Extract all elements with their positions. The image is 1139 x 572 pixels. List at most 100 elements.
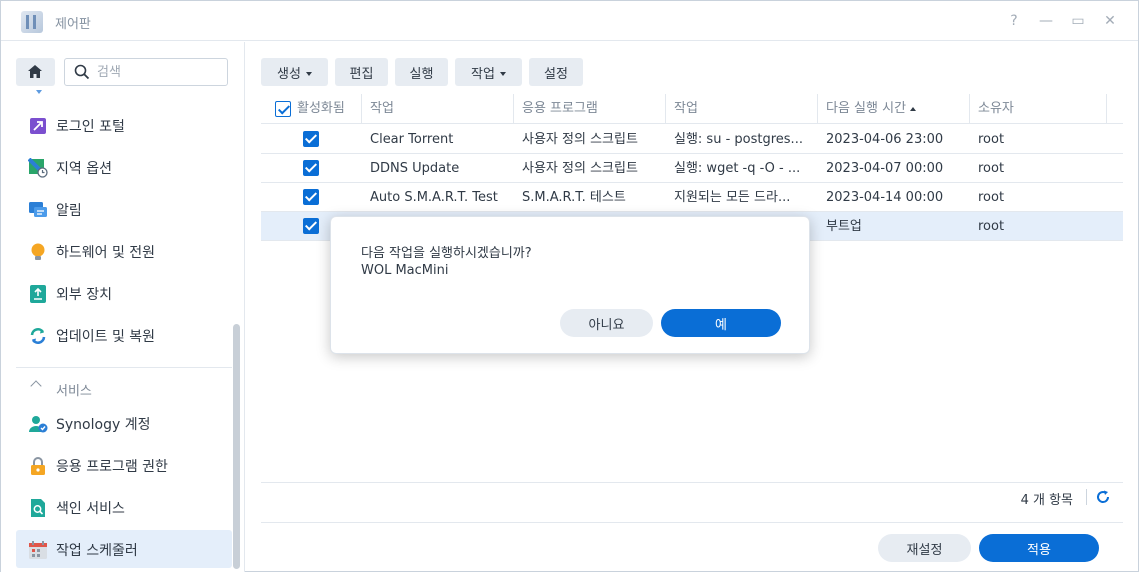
caret-down-icon <box>305 72 312 76</box>
sidebar-item-indexing-service[interactable]: 색인 서비스 <box>16 488 232 526</box>
help-icon[interactable]: ? <box>1004 11 1024 31</box>
update-restore-icon <box>30 328 46 344</box>
sidebar-scrollbar[interactable] <box>233 324 240 569</box>
sidebar-item-update-restore[interactable]: 업데이트 및 복원 <box>16 316 232 354</box>
maximize-icon[interactable]: ▭ <box>1068 11 1088 31</box>
item-count: 4 개 항목 <box>1020 493 1073 508</box>
home-button[interactable] <box>16 58 55 86</box>
table-footer: 4 개 항목 <box>261 482 1123 510</box>
control-panel-app-icon <box>21 11 43 33</box>
sidebar-section-services[interactable]: 서비스 <box>16 367 232 405</box>
task-name: Clear Torrent <box>370 132 454 147</box>
dialog-task-name: WOL MacMini <box>361 263 449 278</box>
sidebar-item-label: 색인 서비스 <box>56 501 125 517</box>
table-row[interactable]: Clear Torrent 사용자 정의 스크립트 실행: su - postg… <box>261 125 1123 154</box>
task-next-run: 2023-04-14 00:00 <box>826 190 944 205</box>
sidebar-item-label: 하드웨어 및 전원 <box>56 245 156 261</box>
action-button-label: 작업 <box>471 66 495 82</box>
table-row[interactable]: DDNS Update 사용자 정의 스크립트 실행: wget -q -O -… <box>261 154 1123 183</box>
sort-ascending-icon <box>910 106 917 111</box>
task-next-run: 2023-04-07 00:00 <box>826 161 944 176</box>
no-button[interactable]: 아니요 <box>560 309 653 337</box>
edit-button[interactable]: 편집 <box>335 58 388 86</box>
indexing-service-icon <box>31 499 45 517</box>
sidebar-item-login-portal[interactable]: 로그인 포털 <box>16 106 232 144</box>
enabled-checkbox[interactable] <box>303 160 319 176</box>
minimize-icon[interactable]: — <box>1036 11 1056 31</box>
scroll-up-indicator-icon[interactable] <box>36 90 42 94</box>
task-application: S.M.A.R.T. 테스트 <box>522 190 626 205</box>
sidebar-item-application-privileges[interactable]: 응용 프로그램 권한 <box>16 446 232 484</box>
table-header: 활성화됨 작업 응용 프로그램 작업 다음 실행 시간 소유자 <box>261 94 1123 124</box>
select-all-checkbox[interactable] <box>275 101 291 117</box>
sidebar-item-external-devices[interactable]: 외부 장치 <box>16 274 232 312</box>
footer-divider <box>1086 489 1087 505</box>
column-label: 다음 실행 시간 <box>826 101 907 116</box>
synology-account-icon <box>29 416 48 433</box>
sidebar-item-label: 작업 스케줄러 <box>56 543 138 559</box>
settings-button[interactable]: 설정 <box>529 58 583 86</box>
sidebar: 로그인 포털 지역 옵션 알림 하드웨어 및 전원 외부 장치 업데이트 및 복… <box>1 42 245 572</box>
task-application: 사용자 정의 스크립트 <box>522 161 638 176</box>
run-button[interactable]: 실행 <box>395 58 448 86</box>
task-next-run: 부트업 <box>826 219 862 234</box>
search-box[interactable] <box>64 58 228 86</box>
task-name: Auto S.M.A.R.T. Test <box>370 190 498 205</box>
enabled-checkbox[interactable] <box>303 189 319 205</box>
lightbulb-icon <box>31 243 45 260</box>
sidebar-item-notification[interactable]: 알림 <box>16 190 232 228</box>
task-owner: root <box>978 161 1005 176</box>
calendar-icon <box>29 541 47 559</box>
task-owner: root <box>978 219 1005 234</box>
refresh-icon[interactable] <box>1095 489 1111 505</box>
search-icon <box>74 64 90 80</box>
column-enabled[interactable]: 활성화됨 <box>261 94 362 124</box>
apply-button[interactable]: 적용 <box>979 534 1099 562</box>
task-owner: root <box>978 190 1005 205</box>
task-next-run: 2023-04-06 23:00 <box>826 132 944 147</box>
table-row[interactable]: Auto S.M.A.R.T. Test S.M.A.R.T. 테스트 지원되는… <box>261 183 1123 212</box>
column-task[interactable]: 작업 <box>362 94 514 124</box>
yes-button[interactable]: 예 <box>661 309 781 337</box>
sidebar-item-task-scheduler[interactable]: 작업 스케줄러 <box>16 530 232 568</box>
external-device-icon <box>30 285 46 303</box>
sidebar-item-label: 응용 프로그램 권한 <box>56 459 168 475</box>
lock-icon <box>31 457 45 475</box>
sidebar-item-label: 업데이트 및 복원 <box>56 329 156 345</box>
action-button[interactable]: 작업 <box>455 58 522 86</box>
column-label: 활성화됨 <box>297 101 345 116</box>
action-bar: 재설정 적용 <box>261 522 1123 572</box>
sidebar-section-label: 서비스 <box>56 384 92 399</box>
sidebar-item-label: Synology 계정 <box>56 417 151 433</box>
sidebar-item-label: 로그인 포털 <box>56 119 125 135</box>
enabled-checkbox[interactable] <box>303 218 319 234</box>
column-application[interactable]: 응용 프로그램 <box>514 94 666 124</box>
window-title: 제어판 <box>55 17 91 32</box>
column-owner[interactable]: 소유자 <box>970 94 1107 124</box>
column-action[interactable]: 작업 <box>666 94 818 124</box>
create-button[interactable]: 생성 <box>261 58 328 86</box>
chevron-up-icon <box>30 380 42 392</box>
create-button-label: 생성 <box>277 66 301 82</box>
caret-down-icon <box>499 72 506 76</box>
sidebar-item-hardware-power[interactable]: 하드웨어 및 전원 <box>16 232 232 270</box>
task-action: 실행: wget -q -O - ... <box>674 161 801 176</box>
task-owner: root <box>978 132 1005 147</box>
search-input[interactable] <box>97 63 221 81</box>
login-portal-icon <box>30 118 46 134</box>
run-confirm-dialog: 다음 작업을 실행하시겠습니까? WOL MacMini 아니요 예 <box>330 216 810 354</box>
close-icon[interactable]: ✕ <box>1100 11 1120 31</box>
sidebar-item-synology-account[interactable]: Synology 계정 <box>16 404 232 442</box>
task-action: 실행: su - postgres... <box>674 132 803 147</box>
sidebar-item-label: 지역 옵션 <box>56 161 112 177</box>
sidebar-item-regional-options[interactable]: 지역 옵션 <box>16 148 232 186</box>
title-bar: 제어판 ? — ▭ ✕ <box>1 1 1138 41</box>
home-icon <box>28 65 42 78</box>
enabled-checkbox[interactable] <box>303 131 319 147</box>
sidebar-item-label: 외부 장치 <box>56 287 112 303</box>
column-next-run-time[interactable]: 다음 실행 시간 <box>818 94 970 124</box>
task-action: 지원되는 모든 드라... <box>674 190 791 205</box>
notification-icon <box>29 202 47 217</box>
task-application: 사용자 정의 스크립트 <box>522 132 638 147</box>
reset-button[interactable]: 재설정 <box>878 534 971 562</box>
